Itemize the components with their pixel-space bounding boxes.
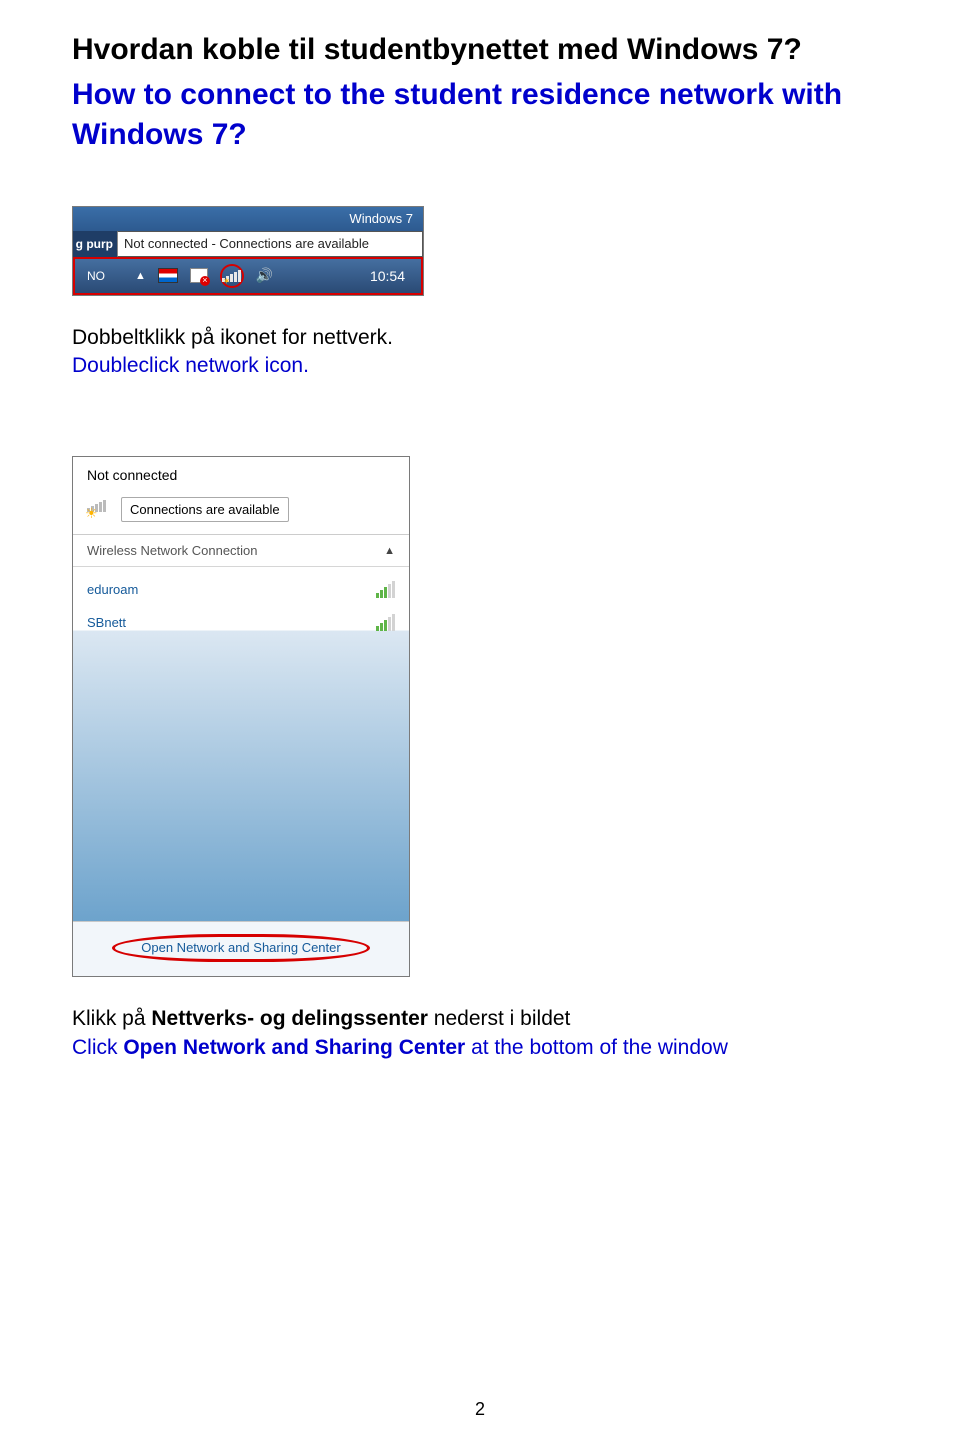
signal-strength-icon	[376, 581, 395, 598]
title-no: Hvordan koble til studentbynettet med Wi…	[72, 30, 888, 71]
network-name: SBnett	[87, 615, 126, 630]
caption2-en-pre: Click	[72, 1036, 123, 1059]
wireless-section-header[interactable]: Wireless Network Connection ▲	[73, 535, 409, 567]
connections-available-icon: ☀	[87, 500, 113, 520]
network-item-eduroam[interactable]: eduroam	[87, 573, 395, 606]
signal-strength-icon	[376, 614, 395, 631]
wifi-available-badge-icon: ✶	[223, 276, 231, 287]
page-number: 2	[0, 1399, 960, 1420]
open-network-sharing-link[interactable]: Open Network and Sharing Center	[141, 940, 340, 955]
clock[interactable]: 10:54	[354, 268, 421, 284]
caption2-no-bold: Nettverks- og delingssenter	[151, 1007, 428, 1030]
caption2-en: Click Open Network and Sharing Center at…	[72, 1034, 888, 1062]
connections-available-label: Connections are available	[121, 497, 289, 522]
highlight-circle: Open Network and Sharing Center	[112, 934, 369, 962]
network-item-sbnett[interactable]: SBnett	[87, 606, 395, 639]
taskbar-left-fragment: g purp	[73, 231, 117, 257]
wireless-section-label: Wireless Network Connection	[87, 543, 258, 558]
taskbar-screenshot: Windows 7 g purp Not connected - Connect…	[72, 206, 424, 296]
caption2-no: Klikk på Nettverks- og delingssenter ned…	[72, 1005, 888, 1033]
action-center-icon[interactable]	[190, 268, 208, 283]
caption1-en: Doubleclick network icon.	[72, 352, 888, 380]
system-tray: NO ▲ ✶ 🔊 10:54	[73, 257, 423, 295]
caption2-en-bold: Open Network and Sharing Center	[123, 1036, 465, 1059]
tray-expand-icon[interactable]: ▲	[135, 270, 146, 282]
window-titlebar: Windows 7	[73, 207, 423, 231]
caption2-en-post: at the bottom of the window	[465, 1036, 728, 1059]
network-tooltip: Not connected - Connections are availabl…	[117, 231, 423, 257]
chevron-up-icon: ▲	[384, 545, 395, 557]
flyout-footer: Open Network and Sharing Center	[73, 921, 409, 976]
window-title: Windows 7	[349, 211, 413, 226]
language-indicator[interactable]: NO	[75, 269, 127, 283]
flyout-status: Not connected	[83, 467, 399, 483]
network-name: eduroam	[87, 582, 138, 597]
network-list: eduroam SBnett	[73, 567, 409, 921]
caption1-no: Dobbeltklikk på ikonet for nettverk.	[72, 324, 888, 352]
network-tray-icon[interactable]: ✶	[220, 264, 244, 288]
caption2-no-post: nederst i bildet	[428, 1007, 570, 1030]
speaker-icon[interactable]: 🔊	[256, 267, 273, 284]
title-en: How to connect to the student residence …	[72, 75, 888, 156]
network-flyout-screenshot: Not connected ☀ Connections are availabl…	[72, 456, 410, 977]
flag-icon[interactable]	[158, 268, 178, 283]
caption2-no-pre: Klikk på	[72, 1007, 151, 1030]
